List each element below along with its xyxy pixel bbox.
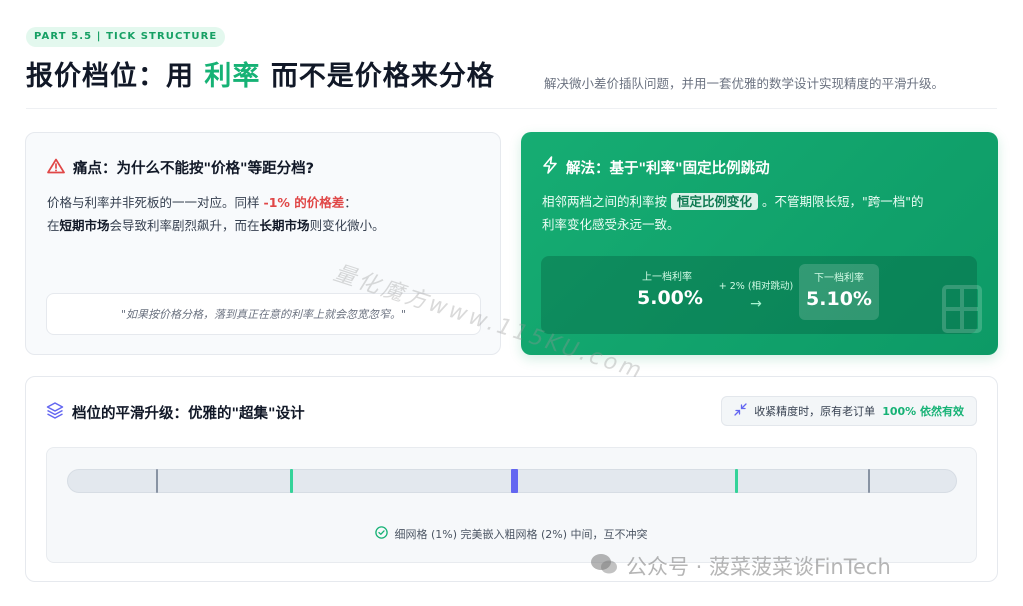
arrow-right-icon: → (750, 296, 762, 312)
solution-card: 解法：基于"利率"固定比例跳动 相邻两档之间的利率按 恒定比例变化 。不管期限长… (521, 132, 998, 355)
constant-ratio-highlight: 恒定比例变化 (671, 193, 759, 210)
part-badge: PART 5.5 | TICK STRUCTURE (26, 27, 226, 47)
page-subtitle: 解决微小差价插队问题，并用一套优雅的数学设计实现精度的平滑升级。 (544, 76, 945, 91)
lightning-icon (542, 156, 558, 178)
check-circle-icon (375, 526, 389, 542)
wechat-icon (590, 552, 618, 581)
title-suffix: 而不是价格来分格 (270, 61, 495, 92)
center-tick (511, 469, 518, 493)
warning-icon (47, 158, 65, 178)
solution-card-body: 相邻两档之间的利率按 恒定比例变化 。不管期限长短，"跨一档"的 利率变化感受永… (542, 193, 924, 232)
long-term-market: 长期市场 (259, 218, 310, 233)
coarse-tick (868, 469, 870, 493)
fine-tick (735, 469, 738, 493)
next-tick-rate: 下一档利率 5.10% (799, 264, 879, 320)
shrink-arrows-icon (734, 403, 747, 419)
page-title: 报价档位：用 利率 而不是价格来分格 (26, 54, 495, 93)
superset-card-title: 档位的平滑升级：优雅的"超集"设计 (72, 405, 305, 422)
solution-card-title: 解法：基于"利率"固定比例跳动 (566, 160, 770, 177)
fine-tick (290, 469, 293, 493)
title-prefix: 报价档位：用 (26, 61, 194, 92)
page: PART 5.5 | TICK STRUCTURE 报价档位：用 利率 而不是价… (0, 0, 1023, 606)
watermark-wechat: 公众号 · 菠菜菠菜谈FinTech (590, 551, 891, 581)
solution-card-header: 解法：基于"利率"固定比例跳动 (542, 156, 770, 178)
title-accent: 利率 (204, 61, 261, 92)
grid-decoration-icon (942, 285, 982, 333)
superset-card-header: 档位的平滑升级：优雅的"超集"设计 (46, 401, 305, 423)
price-gap-highlight: -1% 的价格差 (263, 195, 345, 210)
coarse-tick (156, 469, 158, 493)
previous-tick-rate: 上一档利率 5.00% (637, 272, 703, 309)
compatibility-badge: 收紧精度时，原有老订单 100% 依然有效 (721, 396, 977, 426)
relative-jump: + 2% (相对跳动) → (713, 278, 799, 312)
layers-icon (46, 401, 64, 423)
header-divider (26, 108, 997, 109)
tick-track (67, 469, 957, 493)
pain-card-header: 痛点：为什么不能按"价格"等距分档? (47, 157, 314, 178)
rate-example-panel: 上一档利率 5.00% + 2% (相对跳动) → 下一档利率 5.10% (541, 256, 977, 334)
tick-grid-panel: 细网格 (1%) 完美嵌入粗网格 (2%) 中间，互不冲突 (46, 447, 977, 563)
grid-caption: 细网格 (1%) 完美嵌入粗网格 (2%) 中间，互不冲突 (47, 526, 976, 542)
pain-card-body: 价格与利率并非死板的一一对应。同样 -1% 的价格差： 在短期市场会导致利率剧烈… (47, 195, 385, 233)
pain-card: 痛点：为什么不能按"价格"等距分档? 价格与利率并非死板的一一对应。同样 -1%… (25, 132, 501, 355)
pain-card-title: 痛点：为什么不能按"价格"等距分档? (73, 161, 315, 177)
short-term-market: 短期市场 (59, 218, 110, 233)
